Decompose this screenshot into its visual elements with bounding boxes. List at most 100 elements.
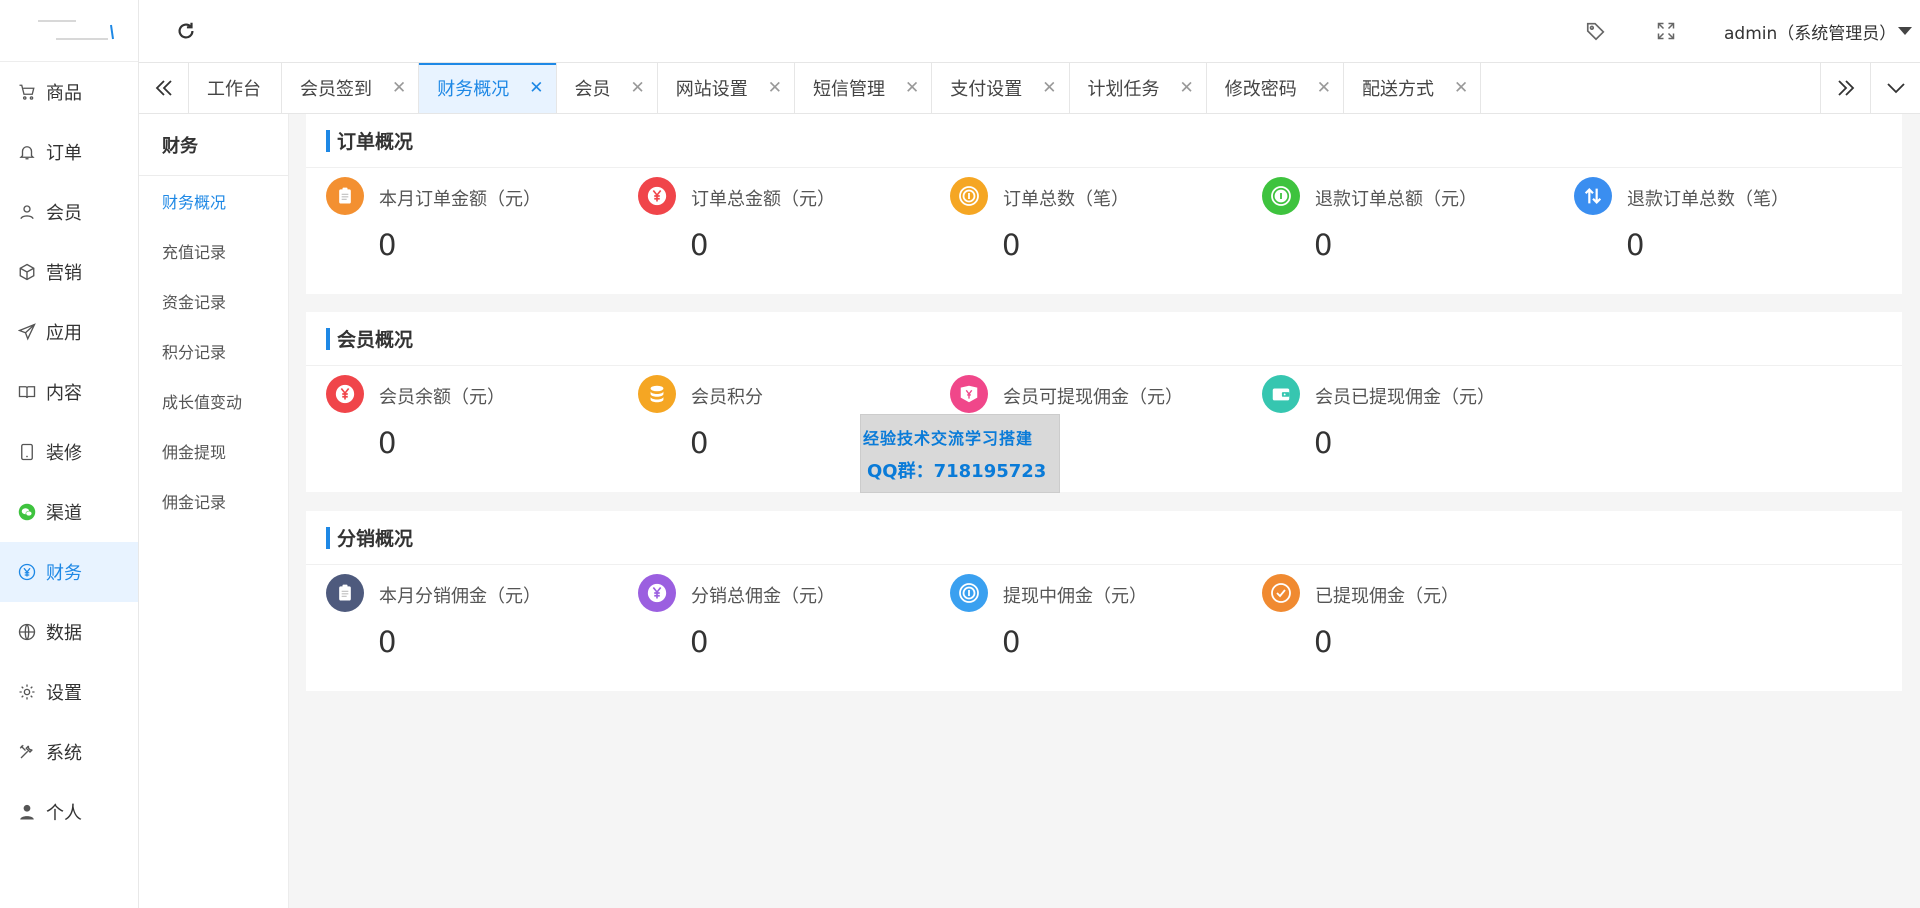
section-card-1: 订单概况 本月订单金额（元） 0 订单总金额（元） 0 订单总数（笔） 0 退款订单总额（元）… bbox=[306, 114, 1902, 294]
section-header: 会员概况 bbox=[306, 312, 1902, 366]
logo-icon bbox=[38, 20, 114, 40]
section-title: 会员概况 bbox=[337, 329, 414, 351]
close-icon[interactable]: ✕ bbox=[1180, 78, 1194, 98]
user-menu[interactable]: admin（系统管理员） bbox=[1724, 19, 1896, 44]
tabs-scroll-right-button[interactable] bbox=[1820, 63, 1870, 113]
close-icon[interactable]: ✕ bbox=[529, 78, 543, 98]
section-title: 分销概况 bbox=[337, 528, 414, 550]
stat-item: 退款订单总数（笔） 0 bbox=[1574, 168, 1874, 268]
section-title: 订单概况 bbox=[337, 131, 414, 153]
sidebar-item-label: 装修 bbox=[46, 443, 82, 464]
check-circle-icon bbox=[1262, 574, 1300, 612]
sidebar-item-11[interactable]: 设置 bbox=[0, 662, 138, 722]
sidebar-item-8[interactable]: 渠道 bbox=[0, 482, 138, 542]
subnav-item-6[interactable]: 佣金提现 bbox=[139, 426, 288, 476]
tab-6[interactable]: 短信管理 ✕ bbox=[795, 63, 933, 113]
close-icon[interactable]: ✕ bbox=[905, 78, 919, 98]
sidebar-item-label: 数据 bbox=[46, 623, 82, 644]
sidebar-item-4[interactable]: 营销 bbox=[0, 242, 138, 302]
stat-value: 0 bbox=[1314, 228, 1333, 262]
wechat-icon bbox=[18, 503, 36, 521]
tab-label: 配送方式 bbox=[1362, 79, 1434, 100]
stat-value: 0 bbox=[378, 625, 397, 659]
section-card-2: 会员概况会员余额（元）0会员积分0会员可提现佣金（元）0会员已提现佣金（元）0 bbox=[306, 312, 1902, 492]
tab-label: 会员 bbox=[574, 79, 611, 100]
close-icon[interactable]: ✕ bbox=[1454, 78, 1468, 98]
tab-label: 网站设置 bbox=[675, 79, 748, 100]
tab-2[interactable]: 会员签到 ✕ bbox=[282, 63, 420, 113]
tab-4[interactable]: 会员 ✕ bbox=[557, 63, 658, 113]
sidebar-item-2[interactable]: 订单 bbox=[0, 122, 138, 182]
tab-label: 短信管理 bbox=[813, 79, 885, 100]
sidebar-item-6[interactable]: 内容 bbox=[0, 362, 138, 422]
stat-value: 0 bbox=[1002, 228, 1021, 262]
sidebar-item-label: 应用 bbox=[46, 323, 82, 344]
close-icon[interactable]: ✕ bbox=[1042, 78, 1056, 98]
stat-item: 订单总数（笔） 0 bbox=[950, 168, 1250, 268]
stat-item: 订单总金额（元） 0 bbox=[638, 168, 938, 268]
tabs-scroll-left-button[interactable] bbox=[139, 63, 189, 113]
tab-8[interactable]: 计划任务 ✕ bbox=[1070, 63, 1207, 113]
tab-5[interactable]: 网站设置 ✕ bbox=[658, 63, 795, 113]
subnav-item-5[interactable]: 成长值变动 bbox=[139, 376, 288, 426]
subnav-item-2[interactable]: 充值记录 bbox=[139, 226, 288, 276]
sidebar-item-9[interactable]: 财务 bbox=[0, 542, 138, 602]
tab-9[interactable]: 修改密码 ✕ bbox=[1207, 63, 1344, 113]
refresh-icon[interactable] bbox=[175, 20, 197, 42]
sidebar-item-5[interactable]: 应用 bbox=[0, 302, 138, 362]
tabs-menu-button[interactable] bbox=[1870, 63, 1920, 113]
stat-value: 0 bbox=[690, 625, 709, 659]
close-icon[interactable]: ✕ bbox=[1317, 78, 1331, 98]
section-header: 分销概况 bbox=[306, 511, 1902, 565]
stat-item: 退款订单总额（元） 0 bbox=[1262, 168, 1562, 268]
sidebar-item-label: 营销 bbox=[46, 263, 82, 284]
close-icon[interactable]: ✕ bbox=[768, 78, 782, 98]
close-icon[interactable]: ✕ bbox=[392, 78, 406, 98]
sidebar-item-label: 设置 bbox=[46, 683, 82, 704]
close-icon[interactable]: ✕ bbox=[631, 78, 645, 98]
refund-coin-icon bbox=[1262, 177, 1300, 215]
tab-label: 计划任务 bbox=[1087, 79, 1160, 100]
section-header: 订单概况 bbox=[306, 114, 1902, 168]
stat-value: 0 bbox=[1314, 426, 1333, 460]
sidebar-item-13[interactable]: 个人 bbox=[0, 782, 138, 842]
stat-label: 会员余额（元） bbox=[379, 387, 505, 408]
stat-value: 0 bbox=[378, 426, 397, 460]
stat-item: 提现中佣金（元） 0 bbox=[950, 565, 1250, 665]
sidebar-item-3[interactable]: 会员 bbox=[0, 182, 138, 242]
subnav-title: 财务 bbox=[139, 114, 288, 176]
tab-7[interactable]: 支付设置 ✕ bbox=[932, 63, 1070, 113]
logo[interactable] bbox=[0, 0, 138, 62]
sidebar-item-label: 渠道 bbox=[46, 503, 82, 524]
sidebar-item-12[interactable]: 系统 bbox=[0, 722, 138, 782]
sidebar-item-label: 会员 bbox=[46, 203, 82, 224]
tab-label: 修改密码 bbox=[1224, 79, 1297, 100]
tab-10[interactable]: 配送方式 ✕ bbox=[1344, 63, 1482, 113]
subnav-item-3[interactable]: 资金记录 bbox=[139, 276, 288, 326]
tab-1[interactable]: 工作台 bbox=[189, 63, 282, 113]
coin-icon bbox=[950, 177, 988, 215]
sidebar-item-label: 商品 bbox=[46, 83, 82, 104]
caret-down-icon[interactable] bbox=[1898, 27, 1912, 35]
wallet-icon bbox=[1262, 375, 1300, 413]
subnav-item-4[interactable]: 积分记录 bbox=[139, 326, 288, 376]
tag-icon[interactable] bbox=[1585, 20, 1607, 42]
subnav-item-1[interactable]: 财务概况 bbox=[139, 176, 288, 226]
send-icon bbox=[18, 323, 36, 341]
sidebar-item-10[interactable]: 数据 bbox=[0, 602, 138, 662]
sidebar-item-1[interactable]: 商品 bbox=[0, 62, 138, 122]
subnav-item-7[interactable]: 佣金记录 bbox=[139, 476, 288, 526]
stat-label: 已提现佣金（元） bbox=[1315, 586, 1459, 607]
sidebar-item-7[interactable]: 装修 bbox=[0, 422, 138, 482]
stat-item: 会员已提现佣金（元） 0 bbox=[1262, 366, 1562, 466]
main-content: 订单概况 本月订单金额（元） 0 订单总金额（元） 0 订单总数（笔） 0 退款订单总额（元）… bbox=[289, 114, 1920, 908]
coin-icon bbox=[950, 574, 988, 612]
fullscreen-icon[interactable] bbox=[1656, 21, 1676, 41]
book-icon bbox=[18, 383, 36, 401]
stat-label: 提现中佣金（元） bbox=[1003, 586, 1147, 607]
stat-value: 0 bbox=[1626, 228, 1645, 262]
tab-3[interactable]: 财务概况 ✕ bbox=[419, 63, 557, 113]
cube-icon bbox=[18, 263, 36, 281]
watermark-line1: 经验技术交流学习搭建 bbox=[863, 429, 1034, 448]
stat-item: 分销总佣金（元） 0 bbox=[638, 565, 938, 665]
